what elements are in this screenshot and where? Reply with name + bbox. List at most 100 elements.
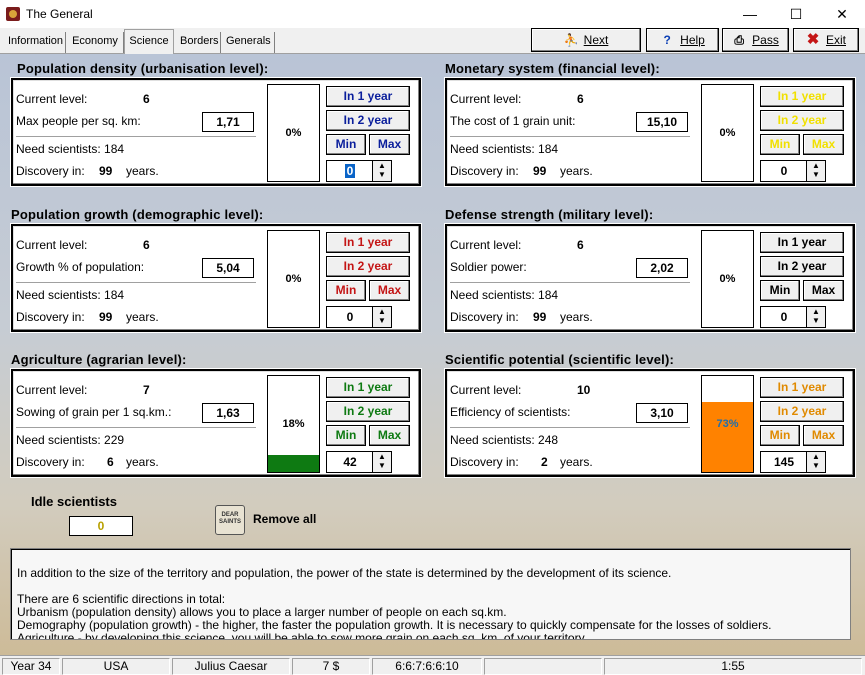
help-button[interactable]: ? Help xyxy=(646,28,719,52)
exit-button[interactable]: ✖ Exit xyxy=(793,28,859,52)
close-button[interactable]: ✕ xyxy=(819,0,865,28)
scientists-spinner[interactable]: 0 ▲ ▼ xyxy=(760,306,826,328)
spinner-arrows-icon[interactable]: ▲ ▼ xyxy=(372,452,391,472)
max-button[interactable]: Max xyxy=(369,280,410,301)
years-label: years. xyxy=(560,310,593,324)
discovery-label: Discovery in: xyxy=(16,310,85,324)
scientists-spinner[interactable]: 0 ▲ ▼ xyxy=(760,160,826,182)
panel-title: Monetary system (financial level): xyxy=(445,61,660,76)
tab-information[interactable]: Information xyxy=(4,32,66,53)
current-level-label: Current level: xyxy=(16,383,88,397)
current-level-label: Current level: xyxy=(450,383,522,397)
progress-gauge: 0% xyxy=(701,230,754,328)
status-levels: 6:6:7:6:6:10 xyxy=(372,658,482,675)
parameter-value: 1,71 xyxy=(202,112,254,132)
printer-icon: ⎙ xyxy=(734,33,744,47)
spinner-value-text: 0 xyxy=(780,310,788,324)
tab-borders[interactable]: Borders xyxy=(176,32,221,53)
divider xyxy=(16,282,256,283)
divider xyxy=(16,136,256,137)
years-label: years. xyxy=(560,164,593,178)
current-level-value: 6 xyxy=(143,238,150,252)
scientists-spinner[interactable]: 42 ▲ ▼ xyxy=(326,451,392,473)
spinner-arrows-icon[interactable]: ▲ ▼ xyxy=(372,307,391,327)
progress-gauge: 18% xyxy=(267,375,320,473)
maximize-button[interactable]: ☐ xyxy=(773,0,819,28)
progress-percent: 73% xyxy=(716,418,739,430)
parameter-value: 1,63 xyxy=(202,403,254,423)
min-button[interactable]: Min xyxy=(326,134,366,155)
scientists-spinner[interactable]: 145 ▲ ▼ xyxy=(760,451,826,473)
in-1-year-button[interactable]: In 1 year xyxy=(326,86,410,107)
next-button[interactable]: ⛹ Next xyxy=(531,28,641,52)
max-button[interactable]: Max xyxy=(803,280,844,301)
science-panel: Current level: 7 Sowing of grain per 1 s… xyxy=(10,368,422,478)
spinner-value-text: 42 xyxy=(343,455,357,469)
scientists-spinner-value[interactable]: 0 xyxy=(761,161,807,181)
in-2-year-button[interactable]: In 2 year xyxy=(760,110,844,131)
spinner-value-text: 0 xyxy=(344,164,356,178)
need-scientists: Need scientists: 184 xyxy=(16,142,125,156)
discovery-label: Discovery in: xyxy=(16,455,85,469)
max-button[interactable]: Max xyxy=(803,134,844,155)
discovery-years-value: 99 xyxy=(533,164,547,178)
status-ruler: Julius Caesar xyxy=(172,658,290,675)
panel-title: Population density (urbanisation level): xyxy=(17,61,269,76)
in-1-year-button[interactable]: In 1 year xyxy=(760,86,844,107)
pass-button[interactable]: ⎙ Pass xyxy=(722,28,789,52)
scientists-spinner-value[interactable]: 145 xyxy=(761,452,807,472)
scientists-spinner[interactable]: 0 ▲ ▼ xyxy=(326,306,392,328)
minimize-button[interactable]: — xyxy=(727,0,773,28)
scientists-spinner-value[interactable]: 0 xyxy=(327,161,373,181)
max-button[interactable]: Max xyxy=(369,134,410,155)
spinner-arrows-icon[interactable]: ▲ ▼ xyxy=(806,452,825,472)
discovery-years-value: 2 xyxy=(541,455,548,469)
max-button[interactable]: Max xyxy=(803,425,844,446)
remove-all-button[interactable]: Remove all xyxy=(253,512,316,526)
tab-science[interactable]: Science xyxy=(124,29,174,54)
discovery-label: Discovery in: xyxy=(16,164,85,178)
tab-generals[interactable]: Generals xyxy=(222,32,275,53)
tab-economy[interactable]: Economy xyxy=(67,32,124,53)
panel-title: Agriculture (agrarian level): xyxy=(11,352,187,367)
science-panel: Current level: 10 Efficiency of scientis… xyxy=(444,368,856,478)
progress-percent: 0% xyxy=(719,127,736,139)
progress-percent: 0% xyxy=(719,273,736,285)
in-1-year-button[interactable]: In 1 year xyxy=(760,232,844,253)
parameter-label: Growth % of population: xyxy=(16,260,145,274)
min-button[interactable]: Min xyxy=(326,425,366,446)
current-level-value: 10 xyxy=(577,383,591,397)
current-level-label: Current level: xyxy=(450,92,522,106)
in-2-year-button[interactable]: In 2 year xyxy=(326,110,410,131)
scientists-spinner-value[interactable]: 0 xyxy=(327,307,373,327)
spinner-value-text: 145 xyxy=(773,455,795,469)
min-button[interactable]: Min xyxy=(326,280,366,301)
scientists-spinner[interactable]: 0 ▲ ▼ xyxy=(326,160,392,182)
current-level-value: 6 xyxy=(577,238,584,252)
max-button[interactable]: Max xyxy=(369,425,410,446)
science-panel: Current level: 6 Max people per sq. km: … xyxy=(10,77,422,187)
parameter-label: The cost of 1 grain unit: xyxy=(450,114,576,128)
in-2-year-button[interactable]: In 2 year xyxy=(760,401,844,422)
spinner-arrows-icon[interactable]: ▲ ▼ xyxy=(806,307,825,327)
current-level-value: 6 xyxy=(143,92,150,106)
in-2-year-button[interactable]: In 2 year xyxy=(326,256,410,277)
scientists-spinner-value[interactable]: 42 xyxy=(327,452,373,472)
spinner-arrows-icon[interactable]: ▲ ▼ xyxy=(806,161,825,181)
in-1-year-button[interactable]: In 1 year xyxy=(760,377,844,398)
parameter-label: Soldier power: xyxy=(450,260,527,274)
in-1-year-button[interactable]: In 1 year xyxy=(326,377,410,398)
in-2-year-button[interactable]: In 2 year xyxy=(326,401,410,422)
in-1-year-button[interactable]: In 1 year xyxy=(326,232,410,253)
window-title: The General xyxy=(26,7,93,21)
spinner-arrows-icon[interactable]: ▲ ▼ xyxy=(372,161,391,181)
app-icon xyxy=(6,7,20,21)
red-x-icon: ✖ xyxy=(806,31,820,48)
in-2-year-button[interactable]: In 2 year xyxy=(760,256,844,277)
min-button[interactable]: Min xyxy=(760,280,800,301)
min-button[interactable]: Min xyxy=(760,134,800,155)
min-button[interactable]: Min xyxy=(760,425,800,446)
scientists-spinner-value[interactable]: 0 xyxy=(761,307,807,327)
scroll-icon[interactable]: DEAR SAINTS xyxy=(215,505,245,535)
current-level-label: Current level: xyxy=(16,92,88,106)
